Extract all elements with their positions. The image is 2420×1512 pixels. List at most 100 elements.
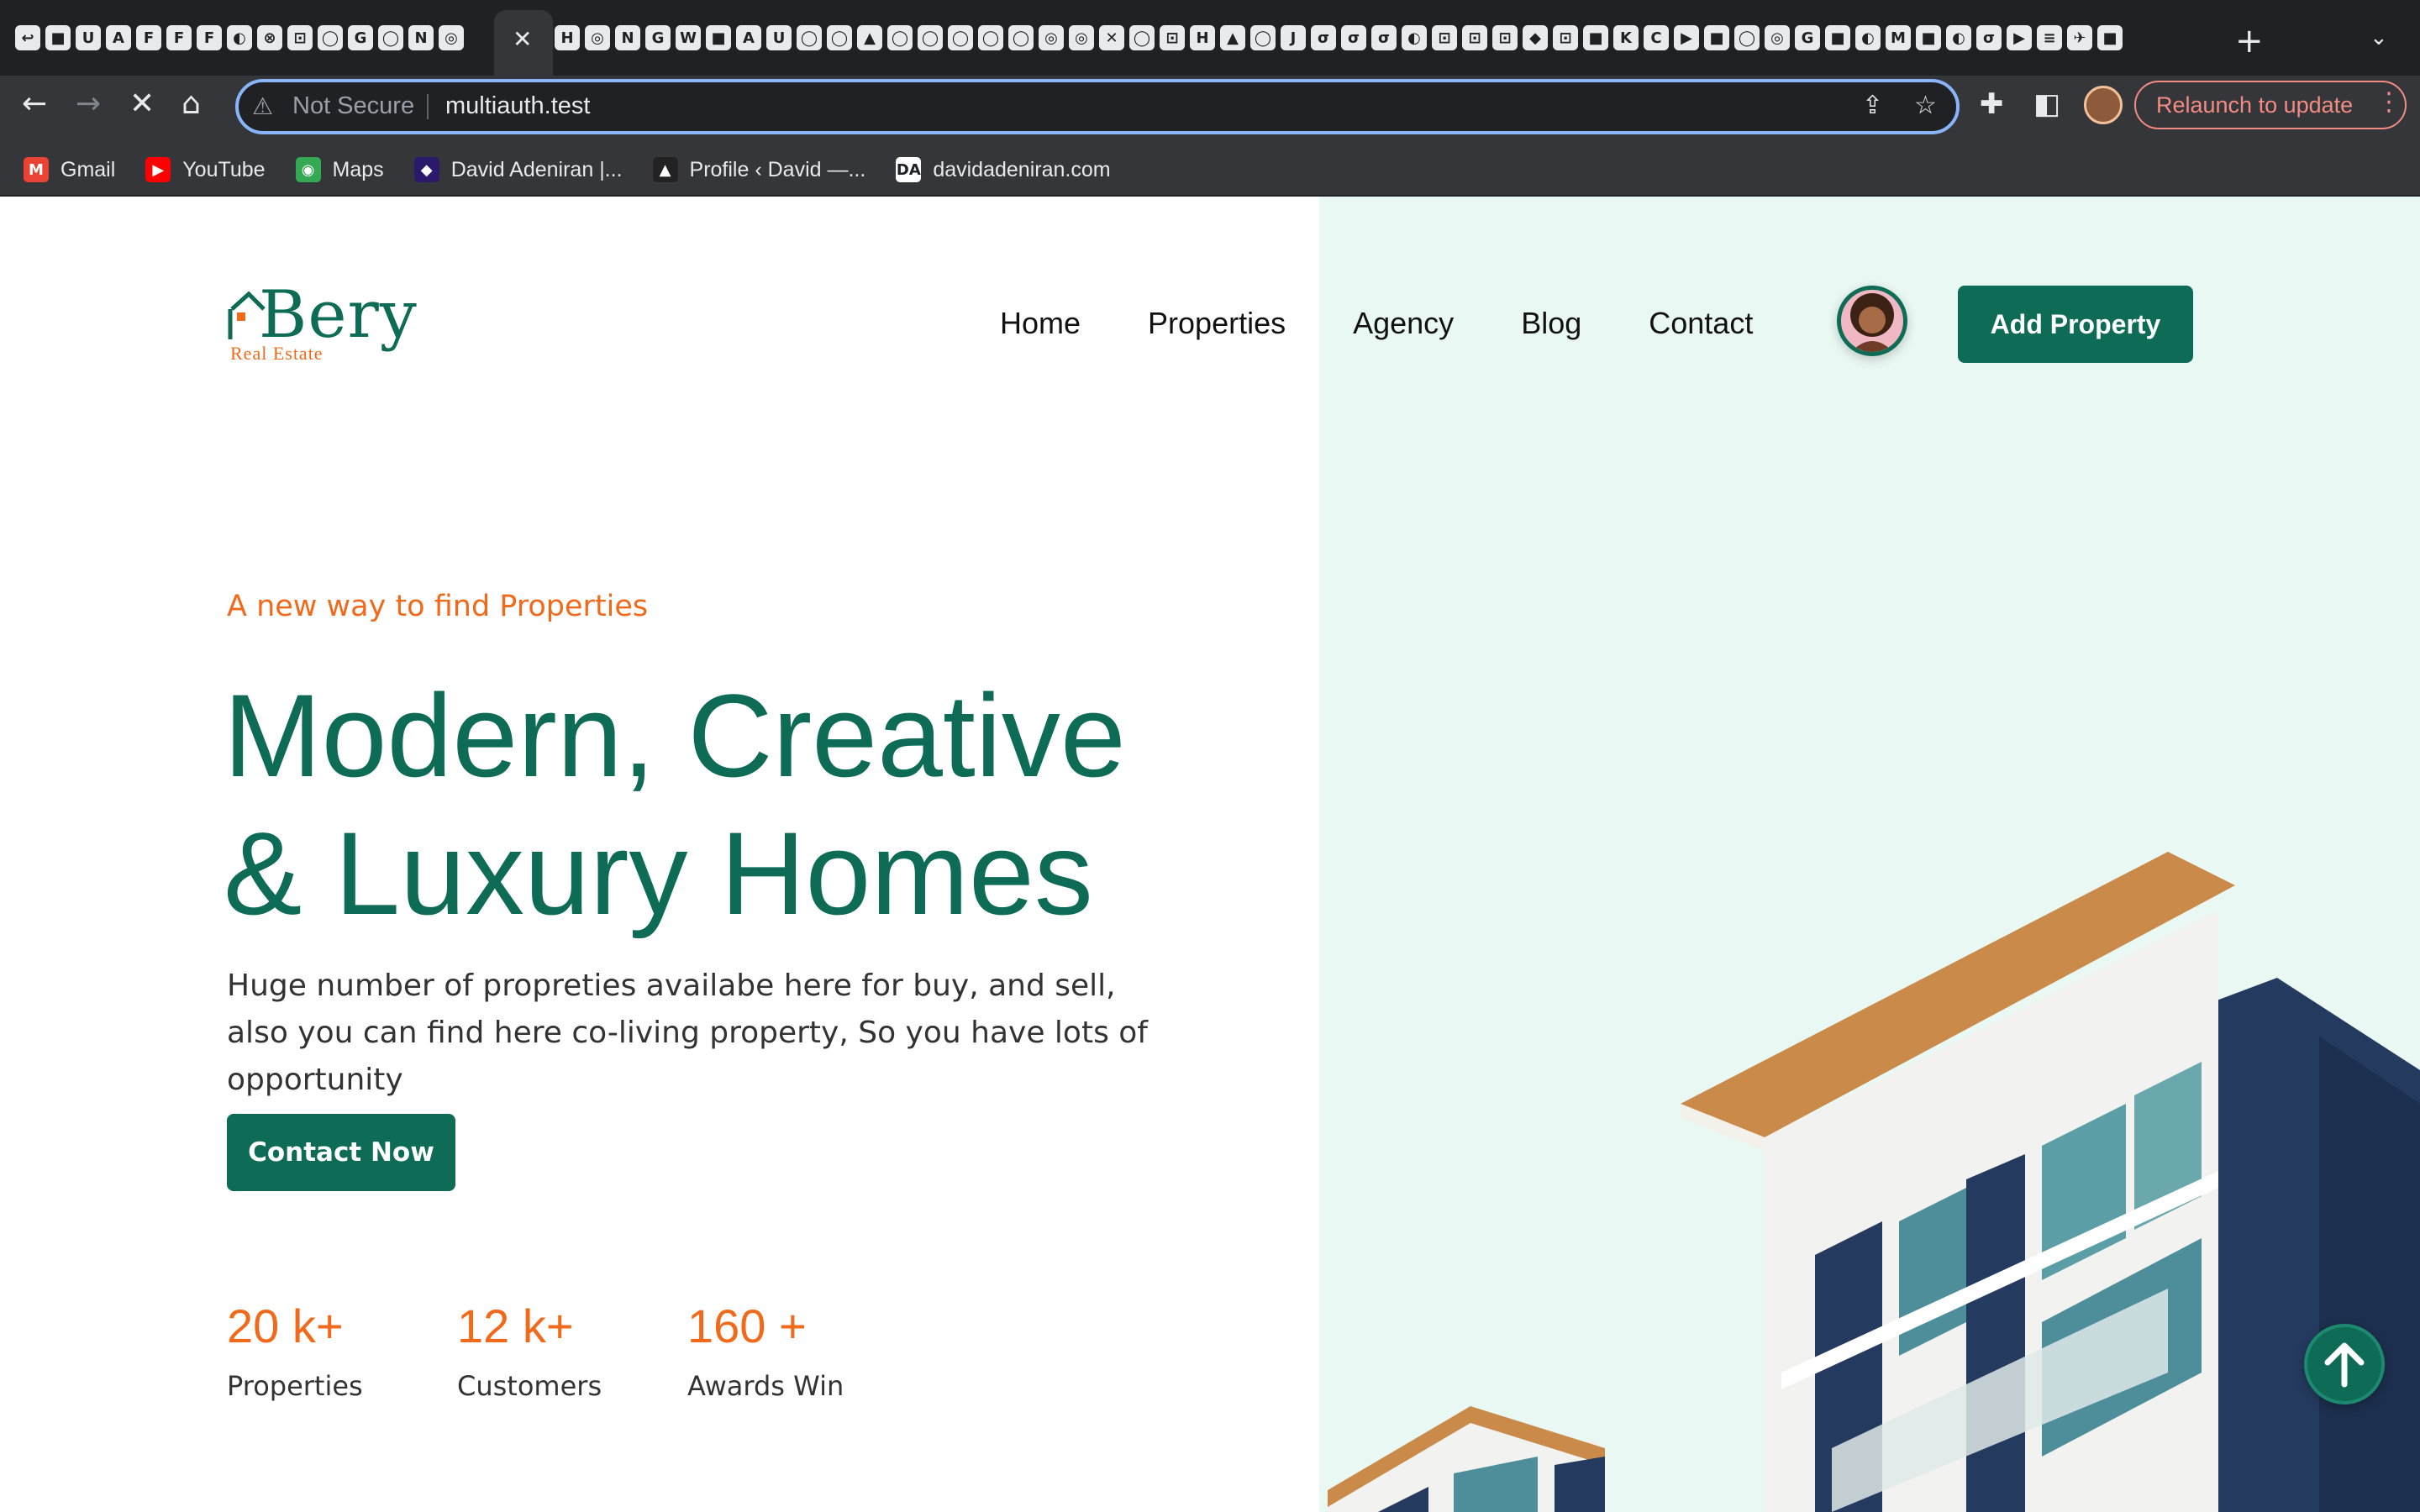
left-tab-favicon-icon[interactable]: F bbox=[166, 25, 192, 50]
right-tab-favicon-icon[interactable]: ◯ bbox=[978, 25, 1003, 50]
bookmark-item[interactable]: M Gmail bbox=[24, 157, 115, 182]
right-tab-favicon-icon[interactable]: ■ bbox=[706, 25, 731, 50]
nav-home[interactable]: Home bbox=[1000, 306, 1081, 341]
left-tab-favicon-icon[interactable]: ◎ bbox=[439, 25, 464, 50]
right-tab-favicon-icon[interactable]: A bbox=[736, 25, 761, 50]
right-tab-favicon-icon[interactable]: ◎ bbox=[1765, 25, 1790, 50]
profile-avatar[interactable] bbox=[2084, 86, 2123, 124]
right-tab-favicon-icon[interactable]: ⊡ bbox=[1462, 25, 1487, 50]
add-property-button[interactable]: Add Property bbox=[1958, 286, 2193, 363]
right-tab-favicon-icon[interactable]: ■ bbox=[1916, 25, 1941, 50]
right-tab-favicon-icon[interactable]: ◎ bbox=[585, 25, 610, 50]
bookmark-item[interactable]: DA davidadeniran.com bbox=[896, 157, 1111, 182]
right-tab-favicon-icon[interactable]: σ bbox=[1311, 25, 1336, 50]
right-tab-favicon-icon[interactable]: σ bbox=[1341, 25, 1366, 50]
side-panel-icon[interactable]: ◧ bbox=[2033, 87, 2060, 121]
right-tab-favicon-icon[interactable]: ⊡ bbox=[1553, 25, 1578, 50]
right-tab-favicon-icon[interactable]: ≡ bbox=[2037, 25, 2062, 50]
right-tab-favicon-icon[interactable]: ▲ bbox=[857, 25, 882, 50]
right-tab-favicon-icon[interactable]: ◐ bbox=[1402, 25, 1427, 50]
plus-icon[interactable]: + bbox=[2235, 22, 2264, 60]
left-tab-favicon-icon[interactable]: N bbox=[408, 25, 434, 50]
right-tab-favicon-icon[interactable]: ⊡ bbox=[1492, 25, 1518, 50]
nav-properties[interactable]: Properties bbox=[1148, 306, 1286, 341]
right-tab-favicon-icon[interactable]: C bbox=[1644, 25, 1669, 50]
nav-blog[interactable]: Blog bbox=[1521, 306, 1581, 341]
right-tab-favicon-icon[interactable]: ◯ bbox=[887, 25, 913, 50]
chevron-down-icon[interactable]: ⌄ bbox=[2370, 25, 2388, 50]
bookmark-item[interactable]: ◆ David Adeniran |... bbox=[413, 157, 623, 182]
right-tab-favicon-icon[interactable]: ◯ bbox=[1008, 25, 1034, 50]
right-tab-favicon-icon[interactable]: ◎ bbox=[1069, 25, 1094, 50]
stop-loading-icon[interactable]: ✕ bbox=[129, 87, 155, 121]
nav-agency[interactable]: Agency bbox=[1353, 306, 1454, 341]
right-tab-favicon-icon[interactable]: ■ bbox=[1704, 25, 1729, 50]
contact-now-button[interactable]: Contact Now bbox=[227, 1114, 455, 1191]
relaunch-button[interactable]: Relaunch to update bbox=[2134, 81, 2407, 129]
right-tab-favicon-icon[interactable]: ◯ bbox=[827, 25, 852, 50]
star-icon[interactable]: ☆ bbox=[1914, 91, 1937, 120]
security-label[interactable]: Not Secure bbox=[292, 92, 414, 120]
left-tab-favicon-icon[interactable]: ↩ bbox=[15, 25, 40, 50]
right-tab-favicon-icon[interactable]: ◯ bbox=[918, 25, 943, 50]
right-tab-favicon-icon[interactable]: G bbox=[1795, 25, 1820, 50]
right-tab-favicon-icon[interactable]: W bbox=[676, 25, 701, 50]
right-tab-favicon-icon[interactable]: ◆ bbox=[1523, 25, 1548, 50]
user-avatar[interactable] bbox=[1837, 286, 1907, 356]
left-tab-favicon-icon[interactable]: ⊗ bbox=[257, 25, 282, 50]
warning-icon[interactable]: ⚠ bbox=[252, 92, 273, 120]
right-tab-favicon-icon[interactable]: ◯ bbox=[948, 25, 973, 50]
left-tab-favicon-icon[interactable]: A bbox=[106, 25, 131, 50]
right-tab-favicon-icon[interactable]: ▶ bbox=[2007, 25, 2032, 50]
right-tab-favicon-icon[interactable]: U bbox=[766, 25, 792, 50]
left-tab-favicon-icon[interactable]: ◯ bbox=[318, 25, 343, 50]
left-tab-favicon-icon[interactable]: G bbox=[348, 25, 373, 50]
right-tab-favicon-icon[interactable]: H bbox=[1190, 25, 1215, 50]
nav-contact[interactable]: Contact bbox=[1649, 306, 1753, 341]
bookmark-item[interactable]: ▶ YouTube bbox=[145, 157, 266, 182]
right-tab-favicon-icon[interactable]: M bbox=[1886, 25, 1911, 50]
home-icon[interactable]: ⌂ bbox=[182, 87, 201, 121]
right-tab-favicon-icon[interactable]: ◐ bbox=[1946, 25, 1971, 50]
right-tab-favicon-icon[interactable]: ✈ bbox=[2067, 25, 2092, 50]
right-tab-favicon-icon[interactable]: ◯ bbox=[1734, 25, 1760, 50]
right-tab-favicon-icon[interactable]: ◯ bbox=[1250, 25, 1276, 50]
right-tab-favicon-icon[interactable]: ■ bbox=[1825, 25, 1850, 50]
right-tab-favicon-icon[interactable]: ◐ bbox=[1855, 25, 1881, 50]
back-arrow-icon[interactable]: ← bbox=[22, 87, 47, 121]
right-tab-favicon-icon[interactable]: ◯ bbox=[1129, 25, 1155, 50]
right-tab-favicon-icon[interactable]: ◎ bbox=[1039, 25, 1064, 50]
bookmark-item[interactable]: ◉ Maps bbox=[295, 157, 384, 182]
left-tab-favicon-icon[interactable]: F bbox=[197, 25, 222, 50]
extensions-puzzle-icon[interactable]: ✚ bbox=[1980, 87, 2004, 121]
left-tab-favicon-icon[interactable]: F bbox=[136, 25, 161, 50]
site-logo[interactable]: Bery Real Estate bbox=[227, 277, 417, 364]
left-tab-favicon-icon[interactable]: ◐ bbox=[227, 25, 252, 50]
share-icon[interactable]: ⇪ bbox=[1862, 91, 1883, 120]
left-tab-favicon-icon[interactable]: U bbox=[76, 25, 101, 50]
close-tab-icon[interactable]: ✕ bbox=[513, 25, 532, 53]
more-menu-icon[interactable]: ⋮ bbox=[2376, 87, 2402, 117]
right-tab-favicon-icon[interactable]: ◯ bbox=[797, 25, 822, 50]
right-tab-favicon-icon[interactable]: ▲ bbox=[1220, 25, 1245, 50]
right-tab-favicon-icon[interactable]: J bbox=[1281, 25, 1306, 50]
forward-arrow-icon[interactable]: → bbox=[76, 87, 101, 121]
right-tab-favicon-icon[interactable]: N bbox=[615, 25, 640, 50]
right-tab-favicon-icon[interactable]: H bbox=[555, 25, 580, 50]
right-tab-favicon-icon[interactable]: ■ bbox=[1583, 25, 1608, 50]
bookmark-item[interactable]: ▲ Profile ‹ David —... bbox=[652, 157, 865, 182]
right-tab-favicon-icon[interactable]: ⊡ bbox=[1432, 25, 1457, 50]
left-tab-favicon-icon[interactable]: ⊡ bbox=[287, 25, 313, 50]
right-tab-favicon-icon[interactable]: K bbox=[1613, 25, 1639, 50]
right-tab-favicon-icon[interactable]: ✕ bbox=[1099, 25, 1124, 50]
right-tab-favicon-icon[interactable]: G bbox=[645, 25, 671, 50]
right-tab-favicon-icon[interactable]: σ bbox=[1976, 25, 2002, 50]
left-tab-favicon-icon[interactable]: ■ bbox=[45, 25, 71, 50]
scroll-to-top-button[interactable] bbox=[2304, 1324, 2385, 1404]
left-tab-favicon-icon[interactable]: ◯ bbox=[378, 25, 403, 50]
url-text[interactable]: multiauth.test bbox=[445, 92, 590, 120]
right-tab-favicon-icon[interactable]: ■ bbox=[2097, 25, 2123, 50]
right-tab-favicon-icon[interactable]: ▶ bbox=[1674, 25, 1699, 50]
right-tab-favicon-icon[interactable]: ⊡ bbox=[1160, 25, 1185, 50]
right-tab-favicon-icon[interactable]: σ bbox=[1371, 25, 1397, 50]
